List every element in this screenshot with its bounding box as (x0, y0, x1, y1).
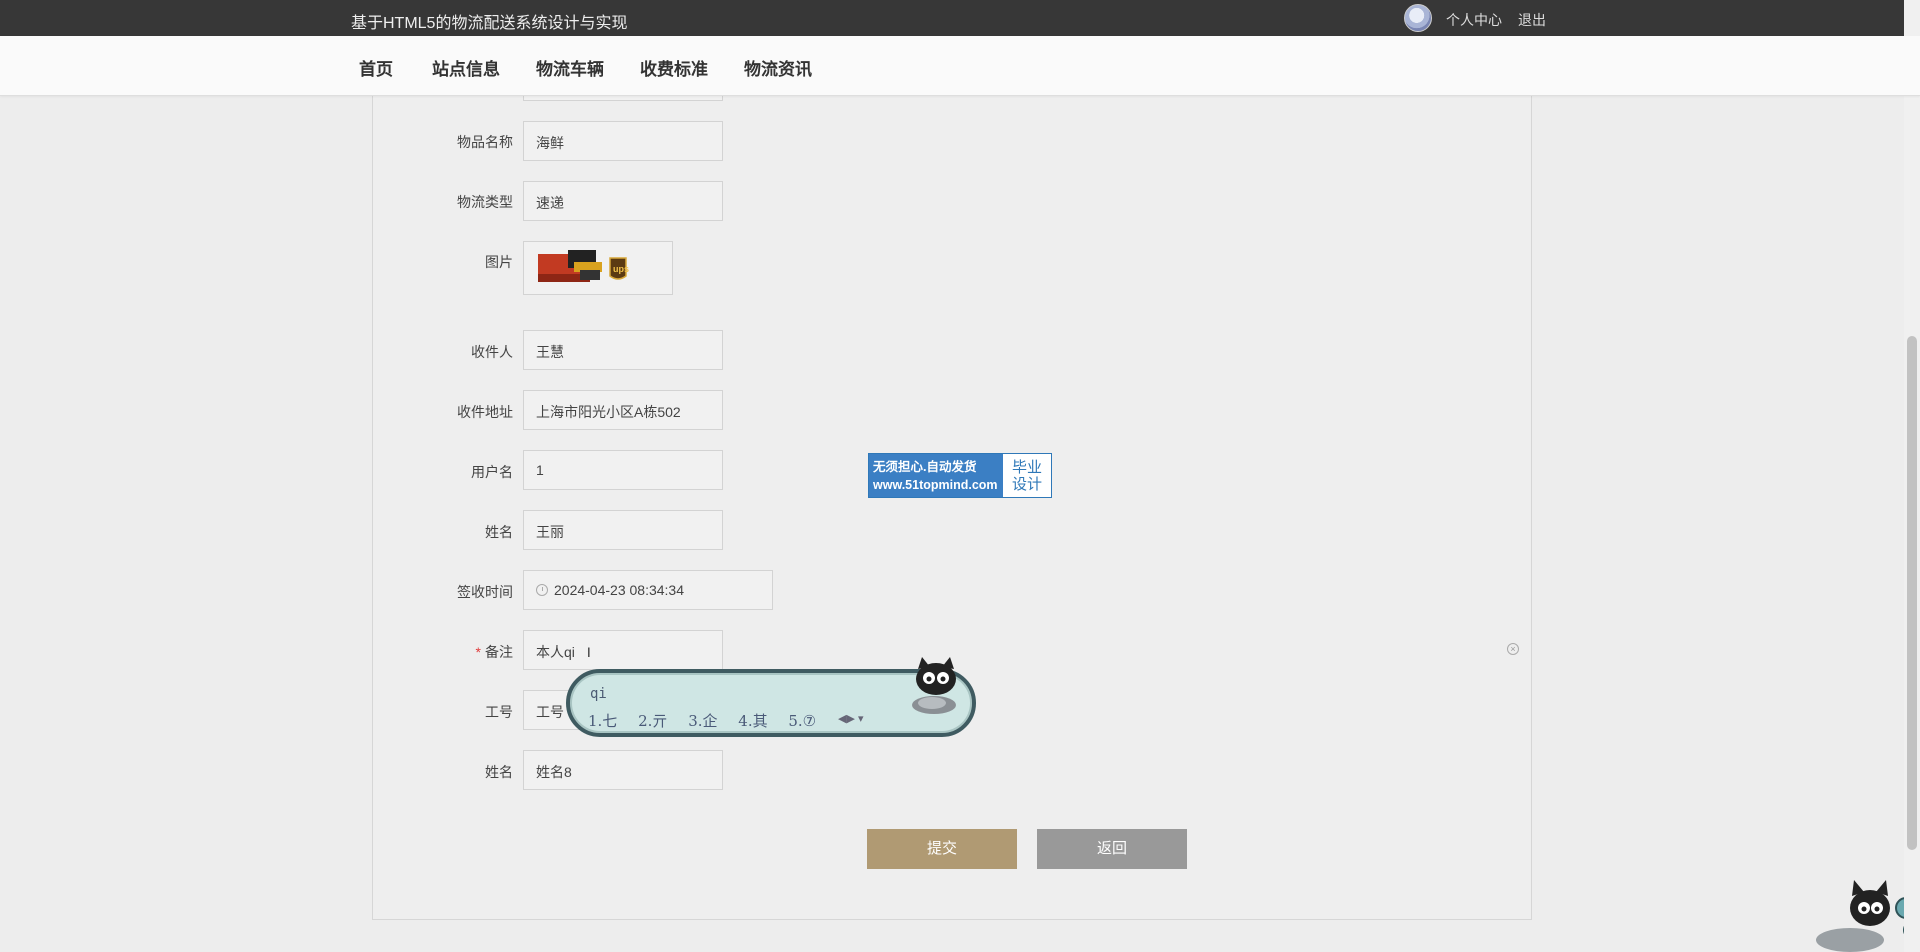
item-name-input[interactable]: 海鲜 (523, 121, 723, 161)
clock-icon (536, 584, 548, 596)
image-upload[interactable]: ups (523, 241, 673, 295)
nav-item-fees[interactable]: 收费标准 (640, 55, 708, 80)
ime-composition: qi (590, 686, 607, 702)
name2-input[interactable]: 姓名8 (523, 750, 723, 790)
submit-button[interactable]: 提交 (867, 829, 1017, 869)
watermark-line1: 无须担心.自动发货 (873, 460, 977, 474)
ime-candidate-list: 1.七 2.亓 3.企 4.其 5.⑦ (588, 710, 832, 731)
sign-time-value: 2024-04-23 08:34:34 (554, 582, 684, 598)
ime-candidate[interactable]: 4.其 (738, 712, 767, 730)
label-item-name: 物品名称 (457, 134, 513, 150)
avatar[interactable] (1404, 4, 1432, 32)
remark-value: 本人qi (536, 644, 575, 660)
logout-link[interactable]: 退出 (1518, 10, 1546, 30)
logistics-type-input[interactable]: 速递 (523, 181, 723, 221)
main-nav: 首页 站点信息 物流车辆 收费标准 物流资讯 (0, 36, 1920, 96)
nav-item-news[interactable]: 物流资讯 (744, 55, 812, 80)
ime-candidate[interactable]: 1.七 (588, 712, 617, 730)
label-image: 图片 (485, 254, 513, 270)
page-scrollbar[interactable] (1904, 0, 1920, 952)
watermark-right2: 设计 (1011, 476, 1042, 493)
svg-text:ups: ups (613, 264, 629, 274)
scrollbar-thumb[interactable] (1907, 336, 1917, 850)
clear-icon[interactable]: × (1507, 643, 1519, 655)
label-username: 用户名 (471, 464, 513, 480)
name-input[interactable]: 王丽 (523, 510, 723, 550)
recipient-input[interactable]: 王慧 (523, 330, 723, 370)
required-mark: * (475, 644, 481, 660)
site-title: 基于HTML5的物流配送系统设计与实现 (351, 15, 628, 32)
nav-item-vehicles[interactable]: 物流车辆 (536, 55, 604, 80)
user-center-link[interactable]: 个人中心 (1446, 10, 1502, 30)
watermark-right1: 毕业 (1011, 459, 1042, 476)
ime-candidate[interactable]: 3.企 (688, 712, 717, 730)
text-cursor-icon: I (586, 644, 591, 660)
label-name2: 姓名 (485, 764, 513, 780)
label-recipient-address: 收件地址 (457, 404, 513, 420)
back-button[interactable]: 返回 (1037, 829, 1187, 869)
watermark-badge: 无须担心.自动发货 www.51topmind.com 毕业 设计 (868, 453, 1052, 498)
label-recipient: 收件人 (471, 344, 513, 360)
label-name: 姓名 (485, 524, 513, 540)
ime-pager-icon[interactable]: ◀▶ ▾ (838, 712, 864, 725)
ime-candidate[interactable]: 5.⑦ (788, 712, 816, 730)
label-logistics-type: 物流类型 (457, 194, 513, 210)
nav-item-stations[interactable]: 站点信息 (432, 55, 500, 80)
nav-item-home[interactable]: 首页 (359, 55, 393, 80)
ime-candidate[interactable]: 2.亓 (638, 712, 667, 730)
label-job-number: 工号 (485, 704, 513, 720)
package-image: ups (538, 250, 629, 282)
label-remark: * 备注 (475, 644, 513, 660)
remark-input[interactable]: 本人qi I (523, 630, 723, 670)
ime-candidate-window: qi 1.七 2.亓 3.企 4.其 5.⑦ ◀▶ ▾ (566, 657, 976, 737)
recipient-address-input[interactable]: 上海市阳光小区A栋502 (523, 390, 723, 430)
sign-time-input[interactable]: 2024-04-23 08:34:34 (523, 570, 773, 610)
label-sign-time: 签收时间 (457, 584, 513, 600)
top-bar: 基于HTML5的物流配送系统设计与实现 个人中心 退出 (0, 0, 1920, 36)
cat-mascot-icon (912, 657, 956, 714)
watermark-line2: www.51topmind.com (873, 478, 998, 492)
username-input[interactable]: 1 (523, 450, 723, 490)
